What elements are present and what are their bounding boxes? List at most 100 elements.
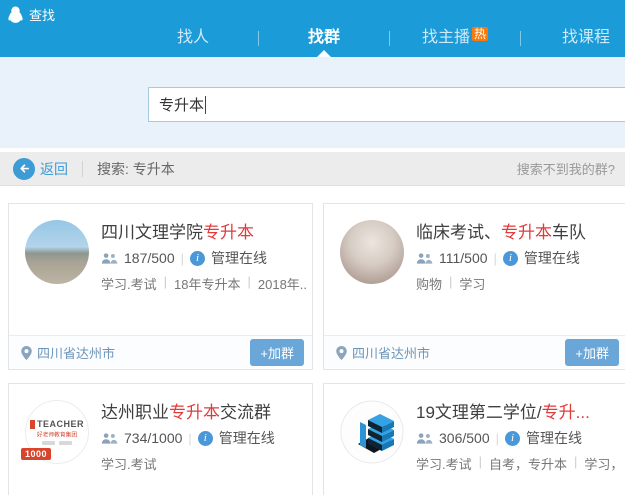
- group-meta: 306/500 | i 管理在线: [416, 428, 582, 448]
- title-highlight: 专升本: [501, 223, 552, 242]
- meta-separator: |: [181, 251, 184, 266]
- title-text: 达州职业: [101, 403, 169, 422]
- group-title: 临床考试、专升本车队: [416, 218, 586, 243]
- tag-separator: |: [449, 274, 452, 293]
- admin-status: 管理在线: [219, 428, 275, 448]
- group-tags: 购物 | 学习: [416, 274, 485, 293]
- group-tag: 自考，专升本: [489, 454, 567, 473]
- back-button[interactable]: 返回: [13, 158, 68, 180]
- tag-separator: |: [247, 274, 250, 293]
- capacity-badge: 1000: [21, 448, 51, 460]
- group-tag: 2018年...: [258, 274, 307, 293]
- title-highlight: 专升本: [203, 223, 254, 242]
- meta-separator: |: [494, 251, 497, 266]
- tag-separator: |: [479, 454, 482, 473]
- title-highlight: 专升...: [542, 403, 590, 422]
- tab-find-course[interactable]: 找课程: [521, 26, 625, 50]
- tag-separator: |: [164, 274, 167, 293]
- member-count: 111/500: [439, 250, 488, 266]
- admin-status: 管理在线: [211, 248, 267, 268]
- location-pin-icon: [336, 346, 347, 360]
- member-count: 187/500: [124, 250, 175, 266]
- group-meta: 734/1000 | i 管理在线: [101, 428, 275, 448]
- logo-partners: [42, 441, 72, 445]
- group-avatar-icon: [340, 400, 404, 464]
- group-tag: 购物: [416, 274, 442, 293]
- info-icon: i: [503, 251, 518, 266]
- tab-find-streamer[interactable]: 找主播热: [390, 26, 520, 50]
- tag-separator: |: [574, 454, 577, 473]
- back-arrow-icon: [13, 158, 35, 180]
- hot-badge: 热: [472, 27, 488, 41]
- meta-separator: |: [496, 431, 499, 446]
- title-highlight: 专升本: [169, 403, 220, 422]
- group-tag: 学习.考试: [101, 274, 157, 293]
- missing-group-link[interactable]: 搜索不到我的群?: [517, 159, 615, 178]
- tab-label: 找课程: [562, 29, 610, 46]
- location-text: 四川省达州市: [352, 343, 430, 362]
- search-breadcrumb: 搜索: 专升本: [97, 159, 175, 179]
- group-card[interactable]: 四川文理学院专升本 187/500 | i 管理在线 学习.考试 | 18年专升本 |…: [8, 203, 313, 370]
- info-icon: i: [198, 431, 213, 446]
- group-card[interactable]: 19文理第二学位/专升... 306/500 | i 管理在线 学习.考试 | 自考…: [323, 383, 625, 495]
- group-title: 达州职业专升本交流群: [101, 398, 271, 423]
- group-title: 19文理第二学位/专升...: [416, 398, 590, 423]
- title-text: 车队: [552, 223, 586, 242]
- back-label: 返回: [40, 159, 68, 179]
- header-bar: 查找 找人 找群 找主播热 找课程: [0, 0, 625, 57]
- card-footer: 四川省达州市 +加群: [9, 335, 312, 369]
- title-text: 四川文理学院: [101, 223, 203, 242]
- group-tag: 学习: [459, 274, 485, 293]
- group-meta: 187/500 | i 管理在线: [101, 248, 267, 268]
- admin-status: 管理在线: [526, 428, 582, 448]
- window-title: 查找: [8, 5, 55, 24]
- avatar-photo: [25, 220, 89, 284]
- avatar-photo: [340, 220, 404, 284]
- title-text: 交流群: [220, 403, 271, 422]
- location-text: 四川省达州市: [37, 343, 115, 362]
- logo-subtext: 好老师教育集团: [37, 431, 77, 439]
- text-caret: [205, 96, 206, 114]
- tab-find-group[interactable]: 找群: [259, 26, 389, 50]
- tab-label: 找群: [308, 29, 340, 46]
- meta-separator: |: [188, 431, 191, 446]
- results-grid: 四川文理学院专升本 187/500 | i 管理在线 学习.考试|18年专升本|…: [8, 203, 625, 495]
- group-tag: 学习.考试: [416, 454, 472, 473]
- group-tag: 学习，...: [584, 454, 622, 473]
- tab-find-people[interactable]: 找人: [128, 26, 258, 50]
- window-title-text: 查找: [29, 5, 55, 24]
- member-count: 734/1000: [124, 430, 182, 446]
- logo-mark: [30, 420, 35, 429]
- group-tags: 学习.考试 | 18年专升本 | 2018年...: [101, 274, 307, 293]
- group-tag: 学习.考试: [101, 454, 157, 473]
- join-group-button[interactable]: +加群: [250, 339, 304, 366]
- group-avatar-icon: [340, 220, 404, 284]
- members-icon: [416, 432, 433, 445]
- tab-label: 找主播: [422, 29, 470, 46]
- card-footer: 四川省达州市 +加群: [324, 335, 625, 369]
- header-tabs: 找人 找群 找主播热 找课程: [128, 26, 625, 50]
- location-pin-icon: [21, 346, 32, 360]
- logo-text: TEACHER: [37, 419, 84, 429]
- member-count: 306/500: [439, 430, 490, 446]
- admin-status: 管理在线: [524, 248, 580, 268]
- tab-label: 找人: [177, 29, 209, 46]
- search-input[interactable]: 专升本: [148, 87, 625, 122]
- group-tag: 18年专升本: [174, 274, 240, 293]
- group-avatar-icon: [25, 220, 89, 284]
- qq-penguin-icon: [8, 6, 23, 23]
- members-icon: [101, 252, 118, 265]
- group-tags: 学习.考试 | 自考，专升本 | 学习，...: [416, 454, 622, 473]
- group-location[interactable]: 四川省达州市: [21, 343, 115, 362]
- group-card[interactable]: TEACHER 好老师教育集团 1000 达州职业专升本: [8, 383, 313, 495]
- join-group-button[interactable]: +加群: [565, 339, 619, 366]
- title-text: 19文理第二学位/: [416, 403, 542, 422]
- group-location[interactable]: 四川省达州市: [336, 343, 430, 362]
- group-card[interactable]: 临床考试、专升本车队 111/500 | i 管理在线 购物|学习 四川省: [323, 203, 625, 370]
- info-icon: i: [505, 431, 520, 446]
- avatar-teacher-logo: TEACHER 好老师教育集团 1000: [25, 400, 89, 464]
- toolbar-divider: [82, 161, 83, 177]
- title-text: 临床考试、: [416, 223, 501, 242]
- group-tags: 学习.考试: [101, 454, 157, 473]
- search-section: 专升本: [0, 57, 625, 148]
